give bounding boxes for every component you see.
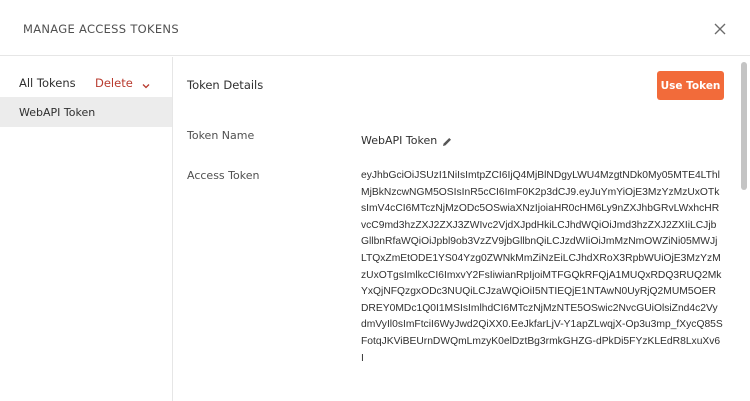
all-tokens-label: All Tokens (19, 76, 76, 90)
token-details-panel: Token Details Use Token Token Name WebAP… (174, 57, 750, 401)
sidebar-item-label: WebAPI Token (19, 106, 96, 119)
pencil-icon[interactable] (441, 133, 453, 146)
token-details-heading: Token Details (187, 78, 264, 92)
dialog-header: MANAGE ACCESS TOKENS (0, 0, 750, 56)
sidebar-item-webapi-token[interactable]: WebAPI Token (0, 97, 172, 127)
token-name-label: Token Name (187, 129, 255, 142)
manage-access-tokens-dialog: MANAGE ACCESS TOKENS All Tokens Delete W… (0, 0, 750, 401)
access-token-label: Access Token (187, 169, 260, 182)
delete-button[interactable]: Delete (95, 76, 133, 90)
access-token-value[interactable]: eyJhbGciOiJSUzI1NiIsImtpZCI6IjQ4MjBlNDgy… (361, 168, 723, 401)
close-icon[interactable] (709, 18, 731, 40)
scrollbar-thumb[interactable] (741, 62, 747, 190)
chevron-down-icon[interactable] (140, 77, 152, 89)
token-name-value: WebAPI Token (361, 134, 438, 147)
dialog-title: MANAGE ACCESS TOKENS (23, 22, 179, 36)
sidebar-header: All Tokens Delete (0, 57, 173, 97)
use-token-button[interactable]: Use Token (657, 71, 724, 100)
token-sidebar: All Tokens Delete WebAPI Token (0, 57, 173, 401)
